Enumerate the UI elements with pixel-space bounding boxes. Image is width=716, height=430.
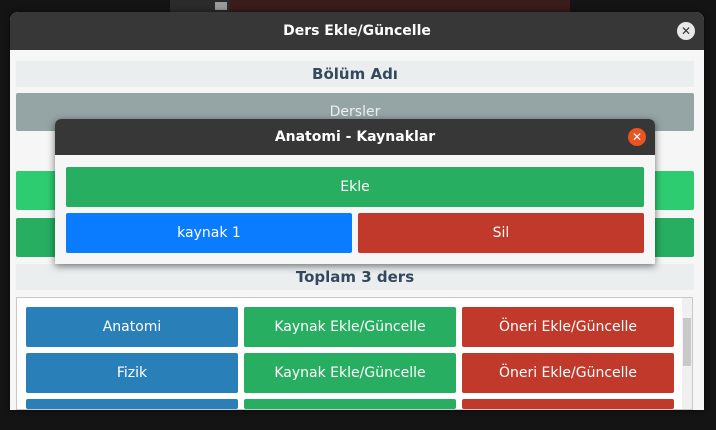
- dialog-title: Anatomi - Kaynaklar: [274, 129, 436, 145]
- course-button-fizik[interactable]: Fizik: [26, 353, 238, 393]
- kaynak-button-anatomi[interactable]: Kaynak Ekle/Güncelle: [244, 307, 456, 347]
- dialog-titlebar[interactable]: Anatomi - Kaynaklar ✕: [55, 119, 655, 155]
- kaynak-item-button[interactable]: kaynak 1: [66, 213, 352, 253]
- background-element: [215, 2, 227, 10]
- ekle-button[interactable]: Ekle: [66, 167, 644, 207]
- dialog-close-icon[interactable]: ✕: [628, 128, 646, 146]
- oneri-button-fizik[interactable]: Öneri Ekle/Güncelle: [462, 353, 674, 393]
- total-courses-label: Toplam 3 ders: [16, 264, 694, 290]
- list-scrollbar-thumb[interactable]: [683, 318, 691, 366]
- oneri-button-anatomi[interactable]: Öneri Ekle/Güncelle: [462, 307, 674, 347]
- course-button-partial[interactable]: [26, 399, 238, 409]
- sil-button[interactable]: Sil: [358, 213, 644, 253]
- section-label-bolum: Bölüm Adı: [16, 61, 694, 87]
- background-element: [230, 0, 570, 12]
- kaynak-button-partial[interactable]: [244, 399, 456, 409]
- main-close-icon[interactable]: ✕: [677, 22, 695, 40]
- background-window-strip: [170, 0, 570, 12]
- main-window-title: Ders Ekle/Güncelle: [283, 23, 431, 39]
- kaynaklar-dialog: Anatomi - Kaynaklar ✕ Ekle kaynak 1 Sil: [55, 119, 655, 264]
- course-button-anatomi[interactable]: Anatomi: [26, 307, 238, 347]
- main-titlebar[interactable]: Ders Ekle/Güncelle ✕: [10, 12, 704, 50]
- oneri-button-partial[interactable]: [462, 399, 674, 409]
- kaynak-button-fizik[interactable]: Kaynak Ekle/Güncelle: [244, 353, 456, 393]
